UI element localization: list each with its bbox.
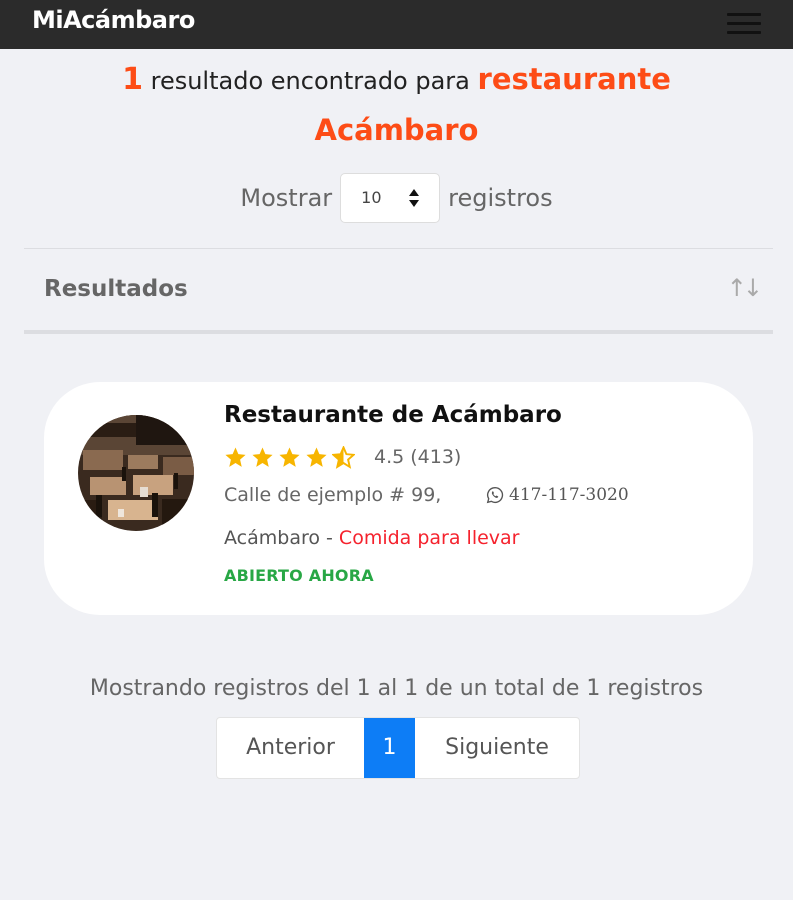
category-label[interactable]: Comida para llevar: [339, 527, 520, 549]
star-full-icon: [252, 447, 273, 467]
table-info-text: Mostrando registros del 1 al 1 de un tot…: [89, 676, 704, 701]
results-header-label: Resultados: [44, 276, 188, 302]
phone-number: 417-117-3020: [509, 485, 629, 505]
sort-arrows-icon[interactable]: ↑↓: [727, 274, 763, 302]
pagination: Anterior 1 Siguiente: [216, 717, 580, 779]
whatsapp-phone-link[interactable]: 417-117-3020: [486, 485, 629, 505]
restaurant-name[interactable]: Restaurante de Acámbaro: [224, 402, 562, 428]
hamburger-line: [727, 31, 761, 34]
star-full-icon: [306, 447, 327, 467]
location-category-line: Acámbaro - Comida para llevar: [224, 527, 520, 549]
city-label: Acámbaro: [224, 527, 320, 549]
divider: [24, 248, 773, 249]
top-navbar: MiAcámbaro: [0, 0, 793, 49]
star-full-icon: [225, 447, 246, 467]
star-full-icon: [279, 447, 300, 467]
results-column-header[interactable]: Resultados ↑↓: [24, 250, 773, 334]
length-suffix-label: registros: [448, 184, 553, 212]
page-length-select[interactable]: 10: [340, 173, 441, 223]
star-half-icon: [332, 446, 355, 469]
hamburger-menu-icon[interactable]: [727, 10, 761, 38]
result-card[interactable]: Restaurante de Acámbaro 4.5 (413) Calle …: [44, 382, 753, 615]
pagination-previous-button[interactable]: Anterior: [217, 718, 364, 778]
rating-text: 4.5 (413): [374, 446, 462, 468]
headline-text: resultado encontrado para: [142, 67, 478, 95]
select-caret-icon: [409, 189, 420, 209]
restaurant-photo: [78, 415, 194, 531]
whatsapp-icon: [486, 486, 504, 504]
page-length-control: Mostrar 10 registros: [0, 172, 793, 224]
search-results-headline: 1 resultado encontrado para restaurante …: [40, 56, 753, 158]
page-length-value: 10: [361, 188, 382, 207]
hamburger-line: [727, 13, 761, 16]
length-prefix-label: Mostrar: [240, 184, 333, 212]
star-rating: [224, 446, 355, 469]
open-status-badge: ABIERTO AHORA: [224, 566, 374, 585]
site-logo[interactable]: MiAcámbaro: [32, 6, 195, 34]
pagination-next-button[interactable]: Siguiente: [415, 718, 579, 778]
hamburger-line: [727, 22, 761, 25]
separator: -: [319, 527, 339, 549]
restaurant-address: Calle de ejemplo # 99,: [224, 484, 442, 506]
pagination-page-1[interactable]: 1: [364, 718, 415, 778]
result-count: 1: [122, 62, 143, 97]
